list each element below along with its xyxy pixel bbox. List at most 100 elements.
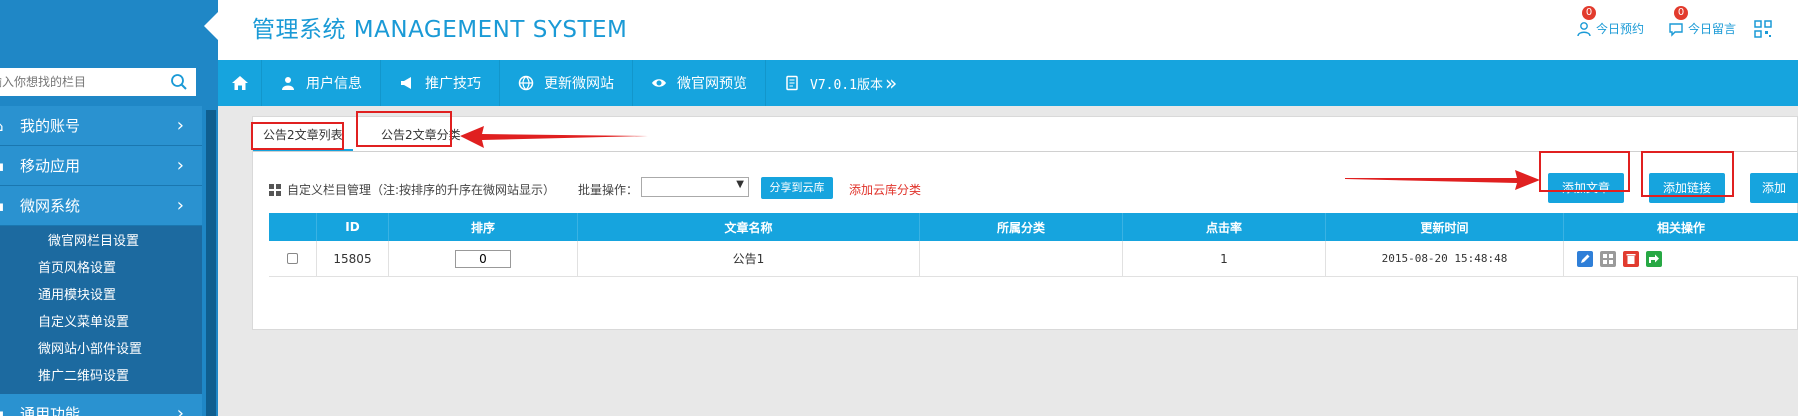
nav-preview[interactable]: 微官网预览 (633, 60, 766, 106)
sidebar-item-account[interactable]: ⌂ 我的账号 › (0, 106, 202, 146)
manage-label: 自定义栏目管理（注:按排序的升序在微网站显示） (287, 183, 556, 197)
share-to-cloud-button[interactable]: 分享到云库 (761, 177, 833, 199)
site-icon: ▪ (0, 186, 10, 226)
header-updated: 更新时间 (1326, 213, 1564, 241)
annotation-arrow-tabs (460, 126, 648, 148)
header-select (269, 213, 317, 241)
submenu-item[interactable]: 自定义菜单设置 (0, 309, 202, 336)
submenu-item[interactable]: 首页风格设置 (0, 255, 202, 282)
submenu-item[interactable]: 微网站小部件设置 (0, 336, 202, 363)
sidebar-collapse-notch[interactable] (204, 12, 218, 40)
eye-icon (652, 79, 666, 87)
person-icon (1577, 21, 1591, 36)
chevron-right-icon: › (176, 195, 184, 216)
nav-label: V7.0.1版本 (810, 77, 883, 93)
annotation-box-add-article (1539, 151, 1630, 192)
sidebar-search (0, 68, 196, 96)
appointments-badge: 0 (1582, 6, 1596, 20)
sidebar-item-mobile-apps[interactable]: ▪ 移动应用 › (0, 146, 202, 186)
row-select-cell (269, 241, 317, 276)
add-more-button[interactable]: 添加 (1750, 173, 1798, 203)
sidebar: ⌂ 我的账号 › ▪ 移动应用 › ▪ 微网系统 › 微官网栏目设置 首页风格设… (0, 0, 218, 416)
row-sort-cell (389, 241, 578, 276)
sidebar-item-common[interactable]: ▪ 通用功能 › (0, 394, 202, 416)
user-icon (282, 77, 294, 90)
manage-label-wrap: 自定义栏目管理（注:按排序的升序在微网站显示） (269, 181, 555, 198)
sort-input[interactable] (455, 249, 511, 268)
grid-icon (269, 183, 281, 196)
sidebar-item-label: 移动应用 (20, 157, 81, 175)
article-table: ID 排序 文章名称 所属分类 点击率 更新时间 相关操作 15805 公告1 … (269, 213, 1798, 277)
account-icon: ⌂ (0, 106, 10, 146)
row-checkbox[interactable] (287, 253, 298, 264)
submenu-item[interactable]: 推广二维码设置 (0, 363, 202, 390)
today-messages-link[interactable]: 0 今日留言 (1668, 6, 1737, 37)
nav-label: 用户信息 (306, 76, 362, 92)
top-nav: 用户信息 推广技巧 更新微网站 微官网预览 V7.0.1版本 » (218, 60, 1798, 106)
row-updated: 2015-08-20 15:48:48 (1326, 241, 1564, 276)
chevron-right-icon: › (176, 155, 184, 176)
nav-version[interactable]: V7.0.1版本 » (766, 60, 915, 106)
submenu-item[interactable]: 通用模块设置 (0, 282, 202, 309)
sidebar-item-label: 通用功能 (20, 405, 81, 416)
sidebar-scrollbar[interactable] (206, 110, 216, 416)
nav-label: 更新微网站 (544, 76, 614, 92)
sidebar-submenu: 微官网栏目设置 首页风格设置 通用模块设置 自定义菜单设置 微网站小部件设置 推… (0, 226, 202, 394)
row-actions (1564, 241, 1798, 276)
header: 管理系统 MANAGEMENT SYSTEM 0 今日预约 0 今日留言 (218, 0, 1798, 60)
nav-update-site[interactable]: 更新微网站 (500, 60, 633, 106)
nav-user-info[interactable]: 用户信息 (262, 60, 381, 106)
row-name: 公告1 (578, 241, 920, 276)
globe-icon (518, 75, 534, 91)
message-icon (1669, 22, 1683, 37)
settings-icon[interactable] (1599, 250, 1617, 268)
row-clicks: 1 (1123, 241, 1326, 276)
today-messages-label: 今日留言 (1688, 22, 1737, 36)
table-row: 15805 公告1 1 2015-08-20 15:48:48 (269, 241, 1798, 277)
header-category: 所属分类 (920, 213, 1123, 241)
page-title: 管理系统 MANAGEMENT SYSTEM (252, 17, 628, 43)
batch-label: 批量操作： (578, 183, 639, 197)
chevron-right-icon: › (176, 115, 184, 136)
search-input[interactable] (0, 68, 150, 96)
sidebar-item-micro-site[interactable]: ▪ 微网系统 › (0, 186, 202, 226)
annotation-box-tab-list (251, 122, 344, 150)
annotation-arrow-add (1345, 170, 1540, 190)
sidebar-item-label: 微网系统 (20, 197, 81, 215)
row-id: 15805 (317, 241, 389, 276)
home-button[interactable] (218, 60, 262, 106)
today-appointments-link[interactable]: 0 今日预约 (1576, 6, 1645, 37)
nav-label: 推广技巧 (425, 76, 481, 92)
annotation-box-tab-category (356, 111, 452, 147)
header-clicks: 点击率 (1123, 213, 1326, 241)
header-name: 文章名称 (578, 213, 920, 241)
dropdown-arrow-icon: ▼ (736, 179, 744, 190)
today-appointments-label: 今日预约 (1596, 22, 1645, 36)
common-icon: ▪ (0, 394, 10, 416)
nav-label: 微官网预览 (677, 76, 747, 92)
annotation-box-add-link (1641, 151, 1734, 197)
sidebar-item-label: 我的账号 (20, 117, 81, 135)
header-actions: 相关操作 (1564, 213, 1798, 241)
document-icon (786, 75, 798, 91)
apps-icon: ▪ (0, 146, 10, 186)
nav-more-icon[interactable]: » (885, 71, 897, 95)
messages-badge: 0 (1674, 6, 1688, 20)
row-category (920, 241, 1123, 276)
edit-icon[interactable] (1576, 250, 1594, 268)
sidebar-menu: ⌂ 我的账号 › ▪ 移动应用 › ▪ 微网系统 › 微官网栏目设置 首页风格设… (0, 106, 202, 416)
header-id: ID (317, 213, 389, 241)
nav-promo-tips[interactable]: 推广技巧 (381, 60, 500, 106)
table-header: ID 排序 文章名称 所属分类 点击率 更新时间 相关操作 (269, 213, 1798, 241)
search-icon[interactable] (170, 73, 188, 91)
chevron-right-icon: › (176, 403, 184, 416)
batch-select[interactable]: ▼ (641, 177, 749, 197)
submenu-item[interactable]: 微官网栏目设置 (0, 228, 202, 255)
header-sort: 排序 (389, 213, 578, 241)
add-cloud-category-link[interactable]: 添加云库分类 (849, 181, 921, 198)
share-icon[interactable] (1645, 250, 1663, 268)
delete-icon[interactable] (1622, 250, 1640, 268)
megaphone-icon (401, 77, 411, 89)
home-icon (231, 76, 248, 90)
qr-code-icon[interactable] (1754, 20, 1772, 38)
